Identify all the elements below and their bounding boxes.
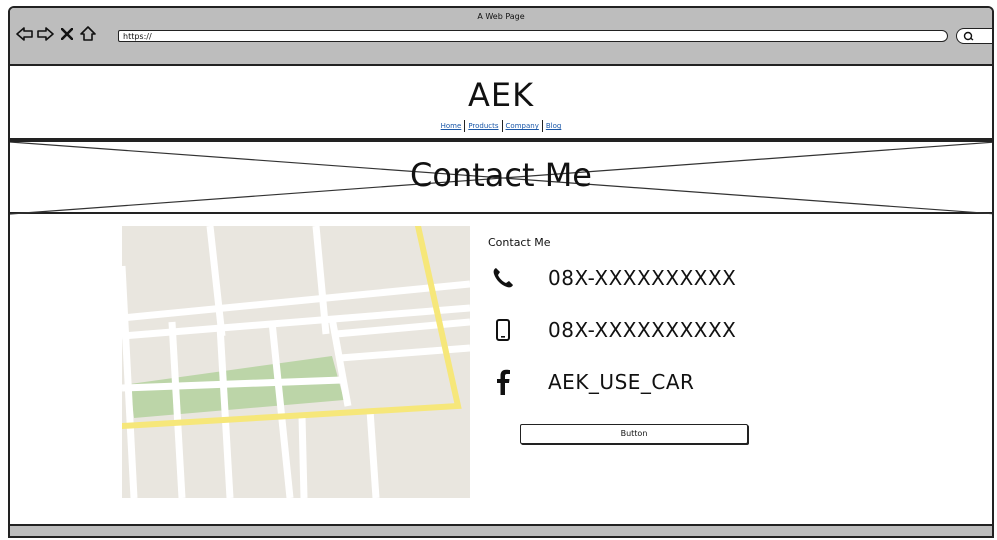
site-nav: Home Products Company Blog [10, 120, 992, 132]
browser-nav-buttons [16, 25, 96, 42]
nav-home-link[interactable]: Home [441, 122, 462, 130]
contact-info: Contact Me 08X-XXXXXXXXXX 08X-XXXXXXXXXX [488, 236, 736, 419]
mobile-icon [488, 315, 518, 345]
nav-divider [501, 120, 503, 132]
contact-heading: Contact Me [488, 236, 551, 249]
facebook-icon [488, 367, 518, 397]
facebook-row: AEK_USE_CAR [488, 367, 736, 397]
nav-products-link[interactable]: Products [468, 122, 498, 130]
mobile-row: 08X-XXXXXXXXXX [488, 315, 736, 345]
nav-divider [541, 120, 543, 132]
hero-banner-placeholder: Contact Me [10, 140, 992, 215]
contact-button[interactable]: Button [520, 424, 748, 444]
search-button[interactable] [956, 28, 992, 44]
phone-icon [488, 263, 518, 293]
browser-footer [10, 524, 992, 536]
nav-company-link[interactable]: Company [506, 122, 539, 130]
forward-arrow-icon[interactable] [37, 25, 54, 42]
home-icon[interactable] [79, 25, 96, 42]
page-title: Contact Me [410, 156, 592, 194]
browser-window: A Web Page https:// AEK Home Products Co… [8, 6, 994, 538]
nav-blog-link[interactable]: Blog [546, 122, 561, 130]
url-input[interactable]: https:// [118, 30, 948, 42]
browser-chrome: A Web Page https:// [10, 8, 992, 66]
site-logo[interactable]: AEK [10, 76, 992, 114]
map-image [122, 226, 470, 498]
window-title: A Web Page [477, 12, 525, 21]
site-header: AEK Home Products Company Blog [10, 66, 992, 140]
facebook-name: AEK_USE_CAR [548, 370, 695, 394]
back-arrow-icon[interactable] [16, 25, 33, 42]
nav-divider [464, 120, 466, 132]
phone-row: 08X-XXXXXXXXXX [488, 263, 736, 293]
phone-number: 08X-XXXXXXXXXX [548, 266, 737, 290]
mobile-number: 08X-XXXXXXXXXX [548, 318, 737, 342]
close-icon[interactable] [58, 25, 75, 42]
search-icon [963, 31, 974, 41]
